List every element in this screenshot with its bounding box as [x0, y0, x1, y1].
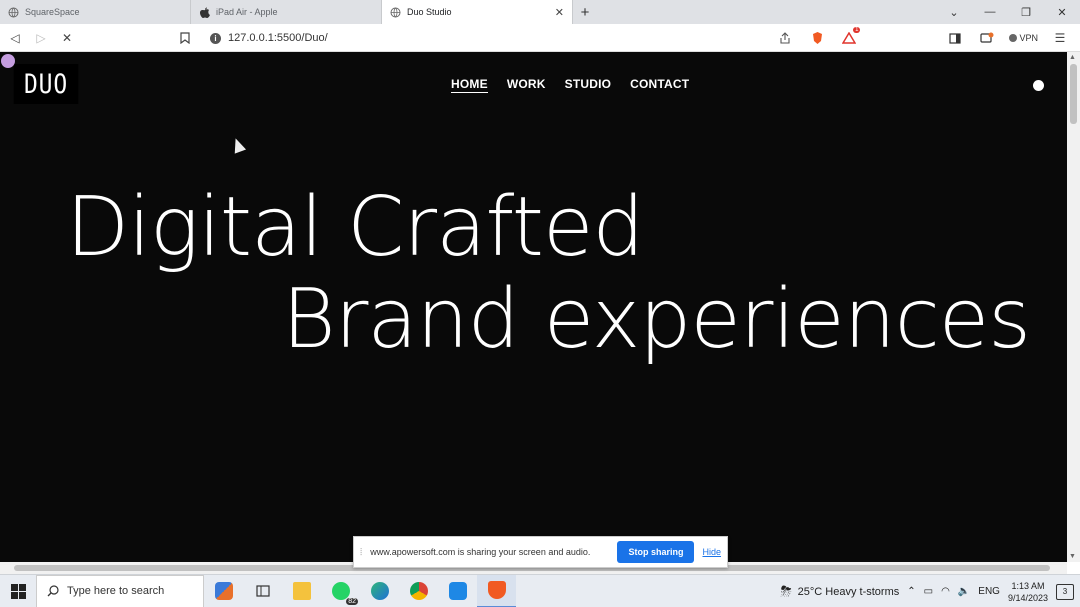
- volume-icon[interactable]: 🔈: [958, 586, 970, 597]
- toolbar-right: 1 VPN ☰: [771, 24, 1074, 52]
- hero-heading-line1: Digital Crafted: [66, 180, 644, 275]
- windows-icon: [10, 583, 26, 599]
- close-tab-icon[interactable]: ✕: [555, 6, 564, 19]
- tab-duo-studio[interactable]: Duo Studio ✕: [382, 0, 573, 24]
- browser-toolbar: ◁ ▷ ✕ i 127.0.0.1:5500/Duo/ 1 VPN ☰: [0, 24, 1080, 52]
- news-widget-icon: [214, 582, 233, 600]
- folder-icon: [292, 582, 311, 600]
- hide-button[interactable]: Hide: [702, 547, 721, 557]
- rewards-badge: 1: [853, 27, 861, 33]
- show-hidden-icons-icon[interactable]: ⌃: [907, 586, 915, 597]
- globe-icon: [8, 7, 19, 18]
- search-icon: [47, 585, 59, 597]
- stop-loading-icon[interactable]: ✕: [54, 24, 80, 52]
- nav-work[interactable]: WORK: [507, 77, 546, 93]
- edge-app[interactable]: [360, 575, 399, 607]
- window-controls: ⌄ — ❐ ✕: [936, 0, 1080, 24]
- windows-taskbar: Type here to search 82 ⛈ 25°C Heavy t-st…: [0, 574, 1080, 607]
- whatsapp-app[interactable]: 82: [321, 575, 360, 607]
- site-nav: HOME WORK STUDIO CONTACT: [451, 77, 689, 93]
- clock[interactable]: 1:13 AM 9/14/2023: [1008, 580, 1048, 604]
- vscode-app[interactable]: [438, 575, 477, 607]
- vpn-label: VPN: [1019, 33, 1038, 43]
- brave-rewards-icon[interactable]: 1: [835, 24, 863, 52]
- tab-ipad-air[interactable]: iPad Air - Apple: [191, 0, 382, 24]
- notification-count: 3: [1062, 587, 1068, 596]
- wifi-icon[interactable]: ◠: [941, 586, 950, 597]
- weather-widget[interactable]: ⛈ 25°C Heavy t-storms: [780, 583, 899, 600]
- vscode-icon: [448, 582, 467, 600]
- tab-label: Duo Studio: [407, 7, 452, 17]
- menu-dot-icon[interactable]: [1033, 80, 1044, 91]
- chrome-app[interactable]: [399, 575, 438, 607]
- language-indicator[interactable]: ENG: [978, 586, 1000, 597]
- clock-date: 9/14/2023: [1007, 592, 1048, 603]
- globe-icon: [390, 7, 401, 18]
- forward-icon[interactable]: ▷: [28, 24, 54, 52]
- close-window-icon[interactable]: ✕: [1044, 0, 1080, 24]
- nav-contact[interactable]: CONTACT: [630, 77, 689, 93]
- weather-text: 25°C Heavy t-storms: [797, 585, 900, 598]
- start-button[interactable]: [0, 575, 36, 607]
- tab-label: SquareSpace: [25, 7, 80, 17]
- menu-icon[interactable]: ☰: [1046, 24, 1074, 52]
- web-page: DUO HOME WORK STUDIO CONTACT Digital Cra…: [0, 52, 1067, 562]
- tab-squarespace[interactable]: SquareSpace: [0, 0, 191, 24]
- address-bar[interactable]: i 127.0.0.1:5500/Duo/: [210, 27, 790, 49]
- nav-home[interactable]: HOME: [451, 77, 488, 93]
- widgets-app[interactable]: [204, 575, 243, 607]
- url-text: 127.0.0.1:5500/Duo/: [228, 32, 328, 44]
- file-explorer-app[interactable]: [282, 575, 321, 607]
- brave-shields-icon[interactable]: [803, 24, 831, 52]
- chrome-icon: [409, 582, 428, 600]
- whatsapp-badge: 82: [346, 597, 358, 605]
- vpn-button[interactable]: VPN: [1005, 33, 1042, 43]
- notifications-button[interactable]: 3: [1056, 583, 1074, 600]
- vpn-icon: [1009, 34, 1018, 42]
- scroll-up-icon[interactable]: ▲: [1069, 54, 1076, 61]
- task-view-button[interactable]: [243, 575, 282, 607]
- tab-label: iPad Air - Apple: [216, 7, 278, 17]
- sidebar-icon[interactable]: [941, 24, 969, 52]
- minimize-icon[interactable]: —: [972, 0, 1008, 24]
- system-tray: ⛈ 25°C Heavy t-storms ⌃ ▭ ◠ 🔈 ENG 1:13 A…: [780, 575, 1080, 607]
- search-placeholder: Type here to search: [67, 585, 165, 597]
- scroll-down-icon[interactable]: ▼: [1069, 553, 1076, 560]
- brave-icon: [487, 581, 506, 599]
- nav-studio[interactable]: STUDIO: [565, 77, 612, 93]
- mouse-pointer-icon: [229, 136, 247, 154]
- back-icon[interactable]: ◁: [2, 24, 28, 52]
- brave-app[interactable]: [477, 574, 516, 607]
- screen: SquareSpace iPad Air - Apple Duo Studio …: [0, 0, 1080, 607]
- bookmark-icon[interactable]: [172, 24, 198, 52]
- battery-icon[interactable]: ▭: [924, 586, 933, 597]
- site-logo[interactable]: DUO: [13, 64, 79, 104]
- vertical-scrollbar[interactable]: ▲ ▼: [1067, 52, 1080, 562]
- share-message: www.apowersoft.com is sharing your scree…: [370, 547, 591, 557]
- hero-heading-line2: Brand experiences: [282, 272, 1031, 367]
- cursor-dot: [1, 54, 15, 68]
- tab-strip: SquareSpace iPad Air - Apple Duo Studio …: [0, 0, 1080, 24]
- storm-cloud-icon: ⛈: [780, 583, 792, 599]
- restore-icon[interactable]: ❐: [1008, 0, 1044, 24]
- apple-icon: [199, 7, 210, 18]
- scrollbar-thumb[interactable]: [1070, 64, 1077, 124]
- taskbar-search[interactable]: Type here to search: [36, 574, 204, 607]
- drag-handle-icon[interactable]: ⦙: [360, 547, 362, 558]
- wallet-icon[interactable]: [973, 24, 1001, 52]
- share-icon[interactable]: [771, 24, 799, 52]
- tab-search-icon[interactable]: ⌄: [936, 0, 972, 24]
- whatsapp-icon: [331, 582, 350, 600]
- site-info-icon[interactable]: i: [210, 32, 221, 44]
- new-tab-button[interactable]: +: [573, 0, 597, 24]
- task-view-icon: [255, 585, 270, 597]
- edge-icon: [370, 582, 389, 600]
- screen-share-bar: ⦙ www.apowersoft.com is sharing your scr…: [353, 536, 728, 568]
- stop-sharing-button[interactable]: Stop sharing: [617, 541, 695, 563]
- clock-time: 1:13 AM: [1011, 580, 1045, 591]
